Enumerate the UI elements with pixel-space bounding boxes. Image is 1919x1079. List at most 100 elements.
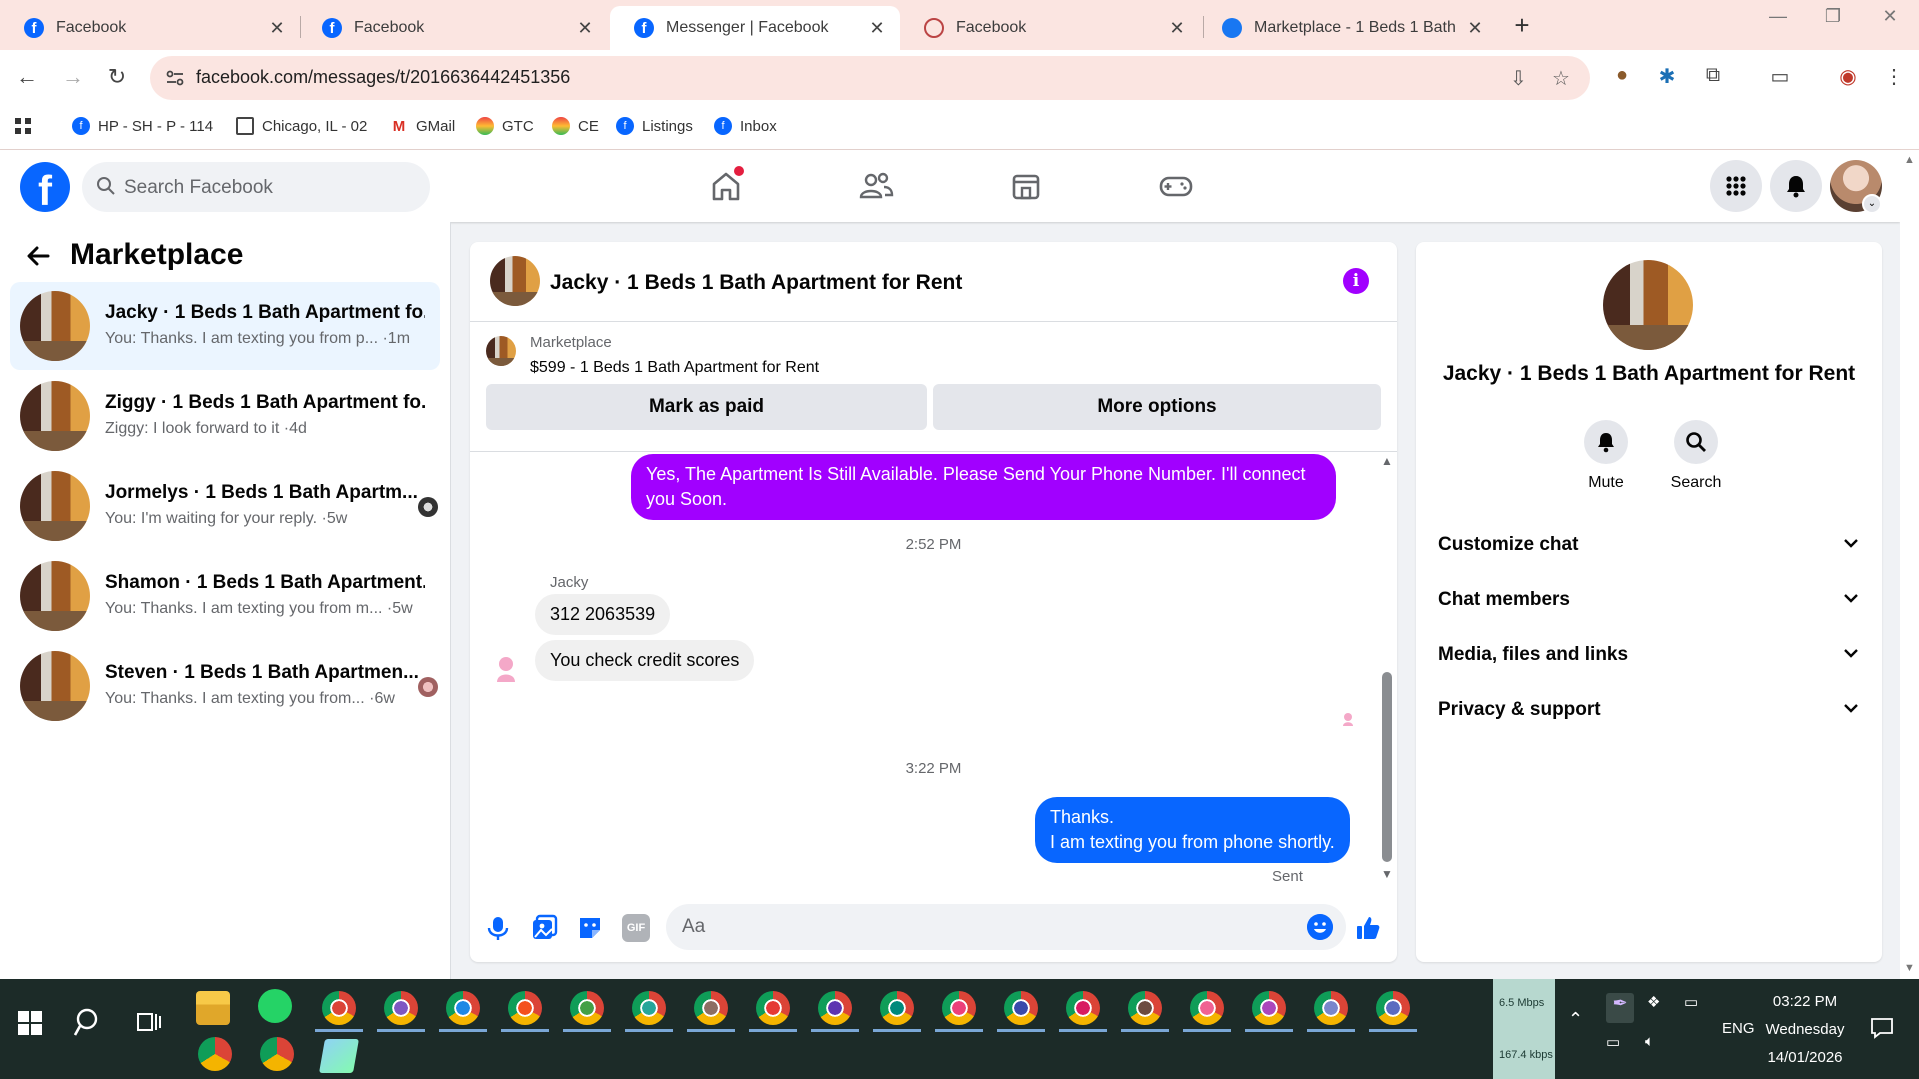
marketplace-icon[interactable] <box>1006 166 1046 206</box>
bookmark-listings[interactable]: f Listings <box>616 117 693 135</box>
chrome-profile-icon[interactable] <box>632 991 666 1025</box>
chrome-profile-icon[interactable] <box>942 991 976 1025</box>
tab-close-icon[interactable]: ✕ <box>268 18 286 39</box>
chrome-profile-icon[interactable] <box>1004 991 1038 1025</box>
chrome-profile-icon[interactable] <box>818 991 852 1025</box>
forward-icon[interactable]: → <box>58 64 88 90</box>
message-input[interactable] <box>666 904 1346 950</box>
windows-start-icon[interactable] <box>18 1011 42 1035</box>
conversation-jormelys[interactable]: Jormelys · 1 Beds 1 Bath Apartm... You: … <box>10 462 440 550</box>
info-icon[interactable]: i <box>1343 268 1369 294</box>
notepad-icon[interactable] <box>319 1039 359 1073</box>
bookmark-inbox[interactable]: f Inbox <box>714 117 777 135</box>
chat-scrollbar-thumb[interactable] <box>1382 672 1392 862</box>
browser-tab-3-active[interactable]: f Messenger | Facebook ✕ <box>610 6 900 50</box>
info-listing-thumbnail[interactable] <box>1603 260 1693 350</box>
close-window-icon[interactable]: ✕ <box>1870 6 1910 27</box>
scroll-down-arrow-icon[interactable]: ▼ <box>1381 867 1393 881</box>
tab-close-icon[interactable]: ✕ <box>576 18 594 39</box>
sender-avatar[interactable] <box>494 654 518 682</box>
clock-time[interactable]: 03:22 PM <box>1760 993 1850 1010</box>
chrome-profile-icon[interactable] <box>1376 991 1410 1025</box>
listing-title[interactable]: $599 - 1 Beds 1 Bath Apartment for Rent <box>530 359 819 377</box>
browser-tab-1[interactable]: f Facebook ✕ <box>0 6 300 50</box>
conversation-steven[interactable]: Steven · 1 Beds 1 Bath Apartmen... You: … <box>10 642 440 730</box>
scroll-up-arrow-icon[interactable]: ▲ <box>1904 154 1915 166</box>
tab-close-icon[interactable]: ✕ <box>868 18 886 39</box>
emoji-icon[interactable] <box>1307 914 1333 940</box>
chrome-profile-icon[interactable] <box>756 991 790 1025</box>
apps-grid-icon[interactable] <box>14 117 32 135</box>
chat-listing-thumbnail[interactable] <box>490 256 540 306</box>
chrome-profile-icon[interactable] <box>198 1037 232 1071</box>
reload-icon[interactable]: ↻ <box>102 64 132 90</box>
photo-icon[interactable] <box>530 914 558 942</box>
chrome-profile-icon[interactable] <box>880 991 914 1025</box>
clock-date[interactable]: 14/01/2026 <box>1760 1049 1850 1066</box>
search-in-conversation-button[interactable]: Search <box>1661 420 1731 492</box>
bookmark-hp[interactable]: f HP - SH - P - 114 <box>72 117 213 135</box>
chrome-profile-icon[interactable] <box>322 991 356 1025</box>
chevron-up-icon[interactable]: ⌃ <box>1568 1009 1583 1030</box>
search-icon[interactable] <box>74 1007 104 1037</box>
tab-close-icon[interactable]: ✕ <box>1168 18 1186 39</box>
extension-icon[interactable]: ✱ <box>1653 64 1681 89</box>
back-arrow-icon[interactable] <box>24 242 52 270</box>
gaming-icon[interactable] <box>1156 166 1196 206</box>
volume-icon[interactable]: 🔈︎ <box>1645 1033 1654 1050</box>
browser-tab-5[interactable]: Marketplace - 1 Beds 1 Bath Ap ✕ <box>1198 6 1498 50</box>
outgoing-message[interactable]: Yes, The Apartment Is Still Available. P… <box>631 454 1336 520</box>
like-icon[interactable] <box>1354 914 1382 942</box>
clock-day[interactable]: Wednesday <box>1760 1021 1850 1038</box>
chrome-profile-icon[interactable] <box>508 991 542 1025</box>
chrome-profile-icon[interactable] <box>260 1037 294 1071</box>
browser-tab-2[interactable]: f Facebook ✕ <box>298 6 608 50</box>
page-scrollbar[interactable]: ▲ ▼ <box>1900 150 1919 979</box>
friends-icon[interactable] <box>856 166 896 206</box>
restore-icon[interactable]: ❐ <box>1813 6 1853 27</box>
install-app-icon[interactable]: ⇩ <box>1510 66 1527 91</box>
chrome-profile-icon[interactable] <box>446 991 480 1025</box>
chrome-profile-icon[interactable] <box>1190 991 1224 1025</box>
notifications-icon[interactable] <box>1770 160 1822 212</box>
chrome-profile-icon[interactable] <box>694 991 728 1025</box>
incoming-message[interactable]: You check credit scores <box>535 640 755 681</box>
facebook-logo[interactable]: f <box>20 162 70 214</box>
chrome-profile-icon[interactable] <box>1066 991 1100 1025</box>
microphone-icon[interactable] <box>484 914 512 942</box>
sticker-icon[interactable] <box>576 914 604 942</box>
task-view-icon[interactable] <box>136 1009 162 1035</box>
cookie-extension-icon[interactable]: ● <box>1608 64 1636 87</box>
whatsapp-icon[interactable] <box>258 989 292 1023</box>
listing-thumbnail[interactable] <box>486 336 516 366</box>
media-files-links-section[interactable]: Media, files and links <box>1416 628 1882 682</box>
scroll-up-arrow-icon[interactable]: ▲ <box>1381 454 1393 468</box>
chrome-profile-icon[interactable] <box>1128 991 1162 1025</box>
chrome-profile-icon[interactable] <box>1252 991 1286 1025</box>
conversation-shamon[interactable]: Shamon · 1 Beds 1 Bath Apartment... You:… <box>10 552 440 640</box>
minimize-icon[interactable]: — <box>1758 6 1798 27</box>
file-explorer-icon[interactable] <box>196 991 230 1025</box>
customize-chat-section[interactable]: Customize chat <box>1416 518 1882 572</box>
facebook-search[interactable]: Search Facebook <box>82 162 430 212</box>
chrome-profile-icon[interactable] <box>1314 991 1348 1025</box>
display-icon[interactable]: ▭ <box>1606 1033 1620 1051</box>
chrome-menu-icon[interactable]: ⋮ <box>1880 64 1908 89</box>
browser-tab-4[interactable]: Facebook ✕ <box>900 6 1200 50</box>
gif-icon[interactable]: GIF <box>622 914 650 942</box>
site-settings-icon[interactable] <box>164 67 186 89</box>
back-icon[interactable]: ← <box>12 64 42 90</box>
bookmark-gtc[interactable]: GTC <box>476 117 534 135</box>
chat-members-section[interactable]: Chat members <box>1416 573 1882 627</box>
notification-center-icon[interactable] <box>1870 1017 1894 1039</box>
incoming-message[interactable]: 312 2063539 <box>535 594 671 635</box>
tab-search-icon[interactable]: ▭ <box>1766 64 1794 89</box>
chat-title[interactable]: Jacky · 1 Beds 1 Bath Apartment for Rent <box>550 271 962 295</box>
home-icon[interactable] <box>706 166 746 206</box>
chevron-down-icon[interactable]: ⌄ <box>1862 194 1882 214</box>
pen-icon[interactable]: ✒ <box>1606 993 1634 1023</box>
address-bar[interactable]: facebook.com/messages/t/2016636442451356… <box>150 56 1590 100</box>
chrome-profile-icon[interactable] <box>570 991 604 1025</box>
language-indicator[interactable]: ENG <box>1722 1020 1755 1037</box>
chrome-profile-icon[interactable] <box>384 991 418 1025</box>
